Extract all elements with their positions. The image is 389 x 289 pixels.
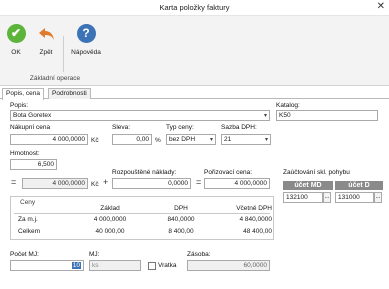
nakupni-cena-input[interactable]: 4 000,0000 (10, 134, 88, 145)
celkem-zaklad: 40 000,00 (95, 228, 125, 235)
sazba-dph-value: 21 (224, 136, 232, 143)
katalog-label: Katalog: (276, 102, 300, 109)
katalog-input[interactable]: K50 (276, 110, 378, 121)
tab-podrobnosti[interactable]: Podrobnosti (48, 88, 91, 99)
undo-arrow-icon (37, 24, 56, 43)
prices-group-label: Ceny (20, 199, 36, 206)
plus-sign: + (103, 177, 109, 187)
hmotnost-label: Hmotnost: (10, 150, 40, 157)
popis-value: Bota Goretex (13, 112, 52, 119)
rozpoustene-naklady-input[interactable]: 0,0000 (112, 178, 191, 189)
equals-sign: = (196, 177, 202, 187)
hmotnost-input[interactable]: 6,500 (10, 159, 57, 170)
celkem-dph: 8 400,00 (168, 228, 194, 235)
question-circle-icon: ? (76, 24, 96, 43)
ucet-d-browse-button[interactable]: ... (374, 192, 382, 203)
ok-button-label: OK (11, 49, 21, 56)
za-mj-dph: 840,0000 (167, 216, 195, 223)
ribbon-separator (63, 36, 64, 72)
sazba-dph-label: Sazba DPH: (221, 124, 257, 131)
celkem-vcetne: 48 400,00 (243, 228, 272, 235)
column-zaklad: Základ (100, 205, 120, 212)
sleva-label: Sleva: (112, 124, 131, 131)
mj-field: ks (89, 260, 141, 271)
tab-popis-cena[interactable]: Popis, cena (2, 88, 44, 100)
zasoba-label: Zásoba: (187, 251, 211, 258)
prices-divider (14, 213, 270, 214)
sazba-dph-select[interactable]: 21 ▾ (221, 134, 271, 145)
typ-ceny-select[interactable]: bez DPH ▾ (166, 134, 216, 145)
ucet-md-browse-button[interactable]: ... (323, 192, 331, 203)
back-button-label: Zpět (39, 49, 53, 56)
ucet-d-input[interactable]: 131000 (335, 192, 374, 203)
za-mj-vcetne: 4 840,0000 (239, 216, 272, 223)
typ-ceny-value: bez DPH (169, 136, 196, 143)
popis-label: Popis: (10, 102, 29, 109)
tab-bar: Popis, cena Podrobnosti (0, 88, 389, 100)
chevron-down-icon: ▾ (263, 113, 267, 119)
porizovaci-cena-label: Pořizovací cena: (204, 169, 253, 176)
pocet-mj-input[interactable]: 10 (10, 260, 84, 271)
ucet-d-header: účet D (335, 181, 383, 190)
zauctovani-label: Zaúčtování skl. pohybu (283, 169, 350, 176)
za-mj-zaklad: 4 000,0000 (93, 216, 127, 223)
help-button[interactable]: ? Nápověda (66, 24, 106, 56)
window-title: Karta položky faktury (159, 3, 230, 12)
nakupni-cena-unit: Kč (91, 137, 99, 144)
vratka-checkbox[interactable] (148, 262, 156, 270)
rozpoustene-naklady-label: Rozpouštěné náklady: (112, 169, 177, 176)
sleva-input[interactable]: 0,00 (112, 134, 152, 145)
cena-result-field: 4 000,0000 (22, 178, 88, 189)
mj-label: MJ: (89, 251, 100, 258)
equals-sign: = (11, 177, 17, 187)
ok-button[interactable]: ✔ OK (4, 24, 28, 56)
column-vcetne-dph: Včetně DPH (236, 205, 272, 212)
back-button[interactable]: Zpět (33, 24, 59, 56)
chevron-down-icon: ▾ (264, 137, 268, 143)
typ-ceny-label: Typ ceny: (166, 124, 194, 131)
title-bar: Karta položky faktury ✕ (0, 0, 389, 16)
popis-select[interactable]: Bota Goretex ▾ (10, 110, 270, 121)
ucet-md-input[interactable]: 132100 (283, 192, 323, 203)
nakupni-cena-label: Nákupní cena (10, 124, 51, 131)
ribbon-group-label: Základní operace (29, 75, 81, 82)
cena-result-unit: Kč (91, 181, 99, 188)
row-label-celkem: Celkem (18, 228, 41, 235)
sleva-unit: % (155, 137, 161, 144)
pocet-mj-label: Počet MJ: (10, 251, 39, 258)
vratka-label: Vratka (158, 262, 177, 269)
chevron-down-icon: ▾ (209, 137, 213, 143)
help-button-label: Nápověda (71, 49, 101, 56)
column-dph: DPH (174, 205, 188, 212)
row-label-za-mj: Za m.j. (18, 216, 38, 223)
zasoba-field: 60,0000 (187, 260, 270, 271)
pocet-mj-value: 10 (71, 262, 81, 269)
ribbon: ✔ OK Zpět ? Nápověda Základní operace (0, 16, 389, 86)
porizovaci-cena-input[interactable]: 4 000,0000 (204, 178, 270, 189)
check-circle-icon: ✔ (6, 24, 26, 43)
ucet-md-header: účet MD (283, 181, 333, 190)
close-icon[interactable]: ✕ (377, 1, 385, 12)
